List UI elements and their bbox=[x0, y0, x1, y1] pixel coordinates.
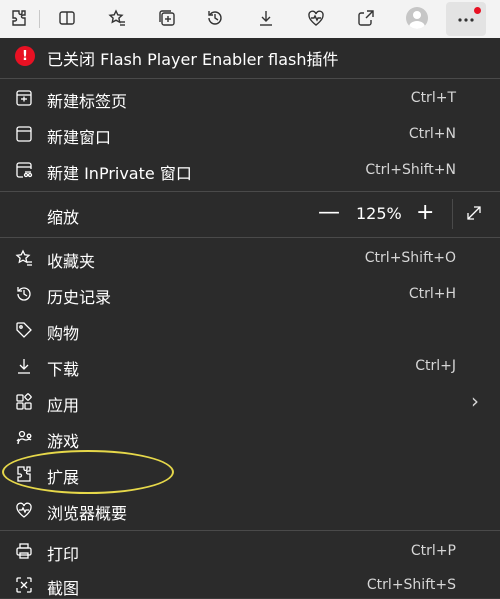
menu-item-shopping[interactable]: 购物 bbox=[0, 312, 500, 348]
flash-notice-row[interactable]: ! 已关闭 Flash Player Enabler flash插件 bbox=[0, 38, 500, 74]
divider bbox=[0, 530, 500, 531]
favorites-shortcut: Ctrl+Shift+O bbox=[364, 250, 456, 266]
collections-icon[interactable] bbox=[152, 3, 182, 33]
new-tab-shortcut: Ctrl+T bbox=[410, 90, 456, 106]
new-inprivate-shortcut: Ctrl+Shift+N bbox=[365, 162, 456, 178]
menu-item-browser-essentials[interactable]: 浏览器概要 bbox=[0, 492, 500, 528]
print-label: 打印 bbox=[47, 545, 80, 564]
browser-toolbar bbox=[0, 0, 500, 39]
menu-item-favorites[interactable]: 收藏夹 Ctrl+Shift+O bbox=[0, 240, 500, 276]
downloads-icon bbox=[13, 355, 35, 377]
profile-icon[interactable] bbox=[402, 3, 432, 33]
history-shortcut: Ctrl+H bbox=[408, 286, 456, 302]
share-icon[interactable] bbox=[351, 3, 381, 33]
downloads-icon[interactable] bbox=[251, 3, 281, 33]
zoom-value: 125% bbox=[356, 204, 402, 223]
browser-essentials-icon bbox=[13, 499, 35, 521]
extensions-label: 扩展 bbox=[47, 468, 80, 487]
history-icon[interactable] bbox=[200, 3, 230, 33]
shopping-label: 购物 bbox=[47, 324, 80, 343]
new-inprivate-label: 新建 InPrivate 窗口 bbox=[47, 164, 192, 183]
downloads-label: 下载 bbox=[47, 360, 80, 379]
split-screen-icon[interactable] bbox=[52, 3, 82, 33]
menu-item-zoom: 缩放 — 125% + bbox=[0, 193, 500, 235]
extensions-icon[interactable] bbox=[4, 3, 34, 33]
notification-dot bbox=[474, 7, 481, 14]
menu-item-history[interactable]: 历史记录 Ctrl+H bbox=[0, 276, 500, 312]
favorites-icon bbox=[13, 247, 35, 269]
menu-item-new-inprivate[interactable]: 新建 InPrivate 窗口 Ctrl+Shift+N bbox=[0, 152, 500, 188]
screenshot-shortcut: Ctrl+Shift+S bbox=[366, 577, 456, 593]
divider bbox=[0, 191, 500, 192]
menu-item-extensions[interactable]: 扩展 bbox=[0, 456, 500, 492]
inprivate-icon bbox=[13, 159, 35, 181]
settings-menu: ! 已关闭 Flash Player Enabler flash插件 新建标签页… bbox=[0, 38, 500, 598]
menu-item-new-window[interactable]: 新建窗口 Ctrl+N bbox=[0, 116, 500, 152]
tag-icon bbox=[13, 319, 35, 341]
fullscreen-icon[interactable] bbox=[464, 203, 486, 225]
divider bbox=[0, 78, 500, 79]
history-icon bbox=[13, 283, 35, 305]
menu-item-print[interactable]: 打印 Ctrl+P bbox=[0, 533, 500, 569]
toolbar-separator bbox=[39, 10, 40, 28]
zoom-in-button[interactable]: + bbox=[416, 202, 434, 224]
screenshot-icon bbox=[13, 574, 35, 596]
new-tab-label: 新建标签页 bbox=[47, 92, 128, 111]
games-icon bbox=[13, 427, 35, 449]
menu-item-games[interactable]: 游戏 bbox=[0, 420, 500, 456]
history-label: 历史记录 bbox=[47, 288, 112, 307]
print-shortcut: Ctrl+P bbox=[410, 543, 456, 559]
downloads-shortcut: Ctrl+J bbox=[415, 358, 456, 374]
apps-label: 应用 bbox=[47, 396, 80, 415]
essentials-label: 浏览器概要 bbox=[47, 504, 128, 523]
screenshot-label: 截图 bbox=[47, 579, 80, 598]
zoom-out-button[interactable]: — bbox=[318, 202, 340, 224]
divider bbox=[0, 237, 500, 238]
new-window-icon bbox=[13, 123, 35, 145]
menu-item-apps[interactable]: 应用 › bbox=[0, 384, 500, 420]
notice-label: 已关闭 Flash Player Enabler flash插件 bbox=[47, 50, 339, 69]
zoom-label: 缩放 bbox=[47, 208, 80, 227]
games-label: 游戏 bbox=[47, 432, 80, 451]
avatar bbox=[406, 7, 428, 29]
zoom-separator bbox=[452, 199, 453, 229]
new-tab-icon bbox=[13, 87, 35, 109]
chevron-right-icon: › bbox=[471, 389, 479, 413]
menu-item-downloads[interactable]: 下载 Ctrl+J bbox=[0, 348, 500, 384]
menu-item-screenshot[interactable]: 截图 Ctrl+Shift+S bbox=[0, 569, 500, 598]
apps-icon bbox=[13, 391, 35, 413]
new-window-label: 新建窗口 bbox=[47, 128, 112, 147]
print-icon bbox=[13, 540, 35, 562]
extensions-icon bbox=[13, 463, 35, 485]
new-window-shortcut: Ctrl+N bbox=[408, 126, 456, 142]
more-icon[interactable] bbox=[446, 2, 486, 36]
favorites-icon[interactable] bbox=[102, 3, 132, 33]
alert-icon: ! bbox=[15, 46, 35, 66]
favorites-label: 收藏夹 bbox=[47, 252, 96, 271]
menu-item-new-tab[interactable]: 新建标签页 Ctrl+T bbox=[0, 80, 500, 116]
browser-essentials-icon[interactable] bbox=[301, 3, 331, 33]
